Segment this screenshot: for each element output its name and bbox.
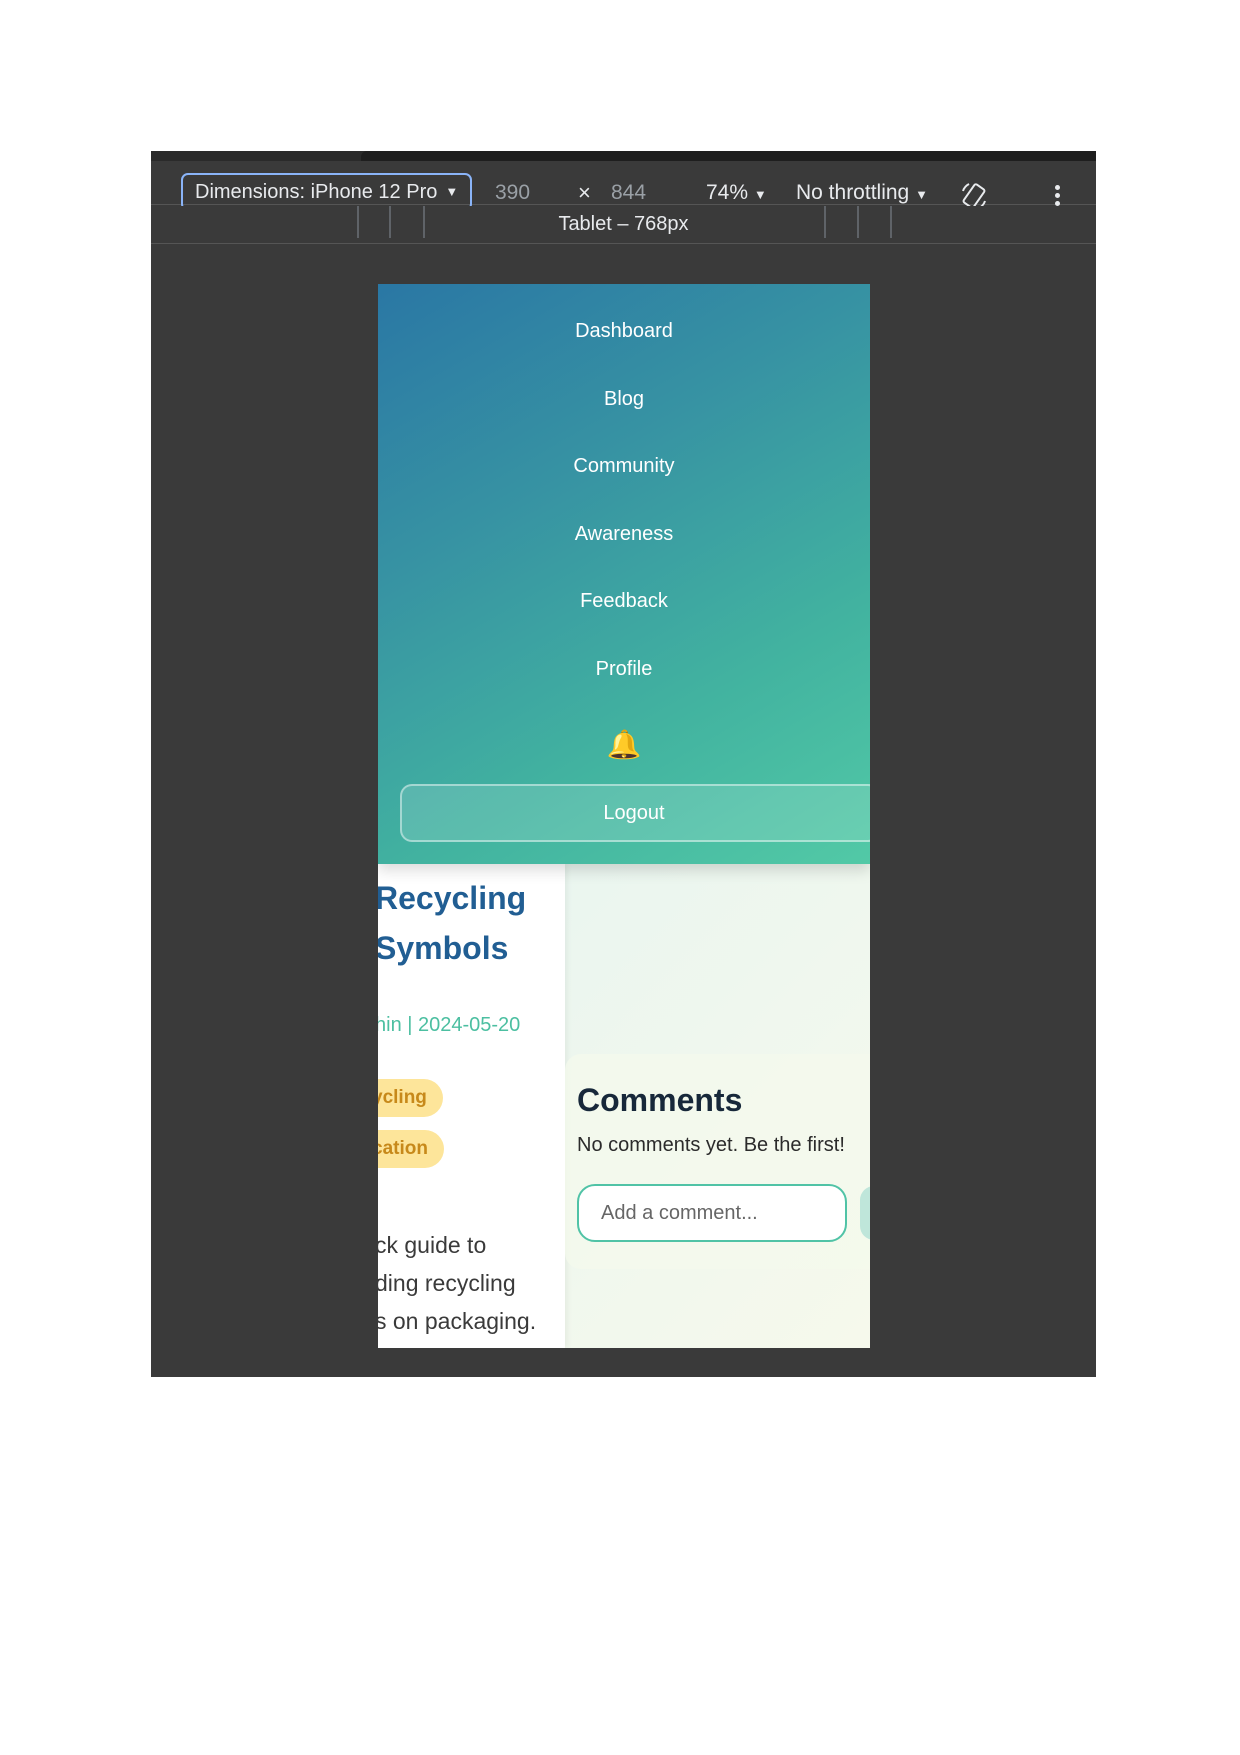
article-card[interactable]: Recycling Symbols hin | 2024-05-20 yclin… <box>378 864 565 1348</box>
devtools-device-mode: Dimensions: iPhone 12 Pro ▼ 390 × 844 74… <box>151 151 1096 1377</box>
chevron-down-icon: ▼ <box>753 187 767 202</box>
bell-icon[interactable]: 🔔 <box>607 728 642 761</box>
throttling-label: No throttling <box>796 181 910 204</box>
width-field[interactable]: 390 <box>495 181 530 205</box>
article-title-line2: Symbols <box>378 930 509 966</box>
comments-empty-message: No comments yet. Be the first! <box>577 1134 845 1156</box>
comment-submit-button[interactable] <box>860 1186 870 1240</box>
zoom-select[interactable]: 74% ▼ <box>706 181 767 205</box>
mobile-nav-menu: Dashboard Blog Community Awareness Feedb… <box>378 284 870 864</box>
zoom-label: 74% <box>706 181 749 204</box>
nav-item-profile[interactable]: Profile <box>378 658 870 681</box>
breakpoint-label[interactable]: Tablet – 768px <box>151 213 1096 236</box>
throttling-select[interactable]: No throttling ▼ <box>796 181 928 205</box>
article-excerpt-line: ck guide to <box>378 1232 487 1258</box>
article-tag[interactable]: ycling <box>378 1079 443 1117</box>
article-meta: hin | 2024-05-20 <box>378 1014 521 1036</box>
article-excerpt-line: s on packaging. <box>378 1308 537 1334</box>
nav-item-dashboard[interactable]: Dashboard <box>378 320 870 343</box>
media-query-ruler: Tablet – 768px <box>151 206 1096 244</box>
nav-item-blog[interactable]: Blog <box>378 388 870 411</box>
article-tag[interactable]: cation <box>378 1130 444 1168</box>
article-title-line1: Recycling <box>378 880 527 916</box>
article-excerpt-line: ding recycling <box>378 1270 516 1296</box>
chevron-down-icon: ▼ <box>445 184 459 199</box>
nav-item-feedback[interactable]: Feedback <box>378 590 870 613</box>
device-dimensions-label: Dimensions: iPhone 12 Pro <box>195 181 438 203</box>
devtools-top-strip <box>151 151 1096 161</box>
height-field[interactable]: 844 <box>611 181 646 205</box>
comment-input[interactable] <box>577 1184 847 1242</box>
nav-item-awareness[interactable]: Awareness <box>378 523 870 546</box>
device-toolbar: Dimensions: iPhone 12 Pro ▼ 390 × 844 74… <box>151 161 1096 211</box>
comments-heading: Comments <box>577 1082 743 1118</box>
nav-item-community[interactable]: Community <box>378 455 870 478</box>
chevron-down-icon: ▼ <box>915 187 928 202</box>
dimension-separator: × <box>578 180 591 205</box>
device-viewport: Dashboard Blog Community Awareness Feedb… <box>378 284 870 1348</box>
logout-button[interactable]: Logout <box>400 784 870 842</box>
comments-section: Comments No comments yet. Be the first! <box>565 1054 870 1269</box>
